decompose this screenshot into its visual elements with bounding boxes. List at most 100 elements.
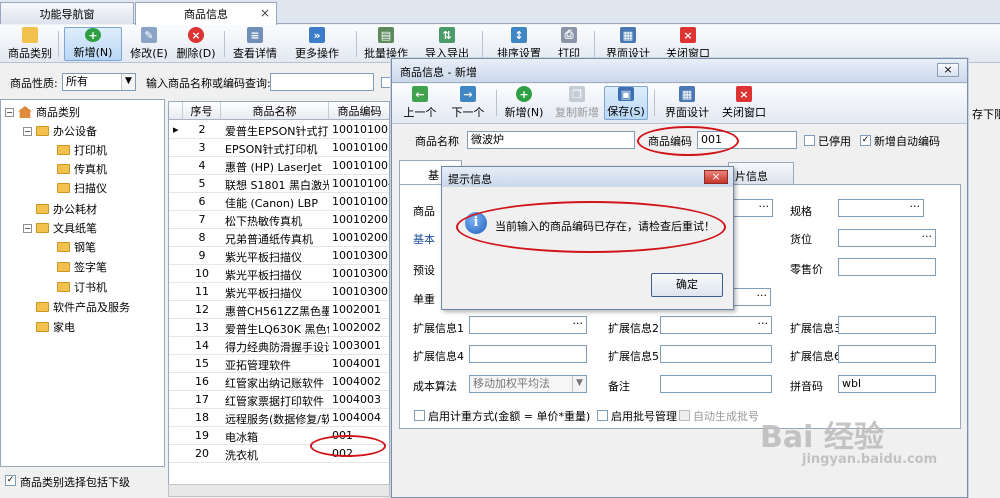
- tree-item[interactable]: 办公耗材: [36, 200, 97, 218]
- ok-button[interactable]: 确定: [651, 273, 723, 297]
- tab-product-info[interactable]: 商品信息 ×: [135, 2, 277, 25]
- ext6-input[interactable]: [838, 345, 936, 363]
- edit-button[interactable]: ✎ 修改(E): [128, 27, 170, 61]
- ext2-input[interactable]: ···: [660, 316, 772, 334]
- dialog-close-window-button[interactable]: × 关闭窗口: [720, 86, 768, 120]
- save-button[interactable]: ▣ 保存(S): [604, 86, 648, 120]
- ext5-input[interactable]: [660, 345, 772, 363]
- add-button[interactable]: + 新增(N): [64, 27, 122, 61]
- tree-item[interactable]: 传真机: [57, 160, 107, 178]
- pinyin-input[interactable]: wbl: [838, 375, 936, 393]
- unit-input[interactable]: ···: [733, 288, 771, 306]
- weight-checkbox[interactable]: [414, 410, 425, 421]
- remark-input[interactable]: [660, 375, 772, 393]
- autocode-checkbox[interactable]: ✓: [860, 135, 871, 146]
- name-input[interactable]: 微波炉: [467, 131, 635, 149]
- table-row[interactable]: 11 紫光平板扫描仪 100103003: [169, 283, 389, 301]
- close-icon[interactable]: ×: [260, 6, 270, 20]
- autobatch-checkbox[interactable]: [679, 410, 690, 421]
- horizontal-scrollbar[interactable]: [168, 484, 390, 497]
- collapse-icon[interactable]: −: [23, 223, 32, 233]
- import-export-button[interactable]: ⇅ 导入导出: [422, 27, 472, 61]
- close-window-button[interactable]: × 关闭窗口: [664, 27, 712, 61]
- table-row[interactable]: 18 远程服务(数据修复/软 1004004: [169, 409, 389, 427]
- table-row[interactable]: 9 紫光平板扫描仪 100103001: [169, 247, 389, 265]
- tree-item[interactable]: 家电: [36, 318, 75, 336]
- column-header[interactable]: 商品名称: [221, 102, 329, 120]
- table-row[interactable]: 17 红管家票据打印软件 1004003: [169, 391, 389, 409]
- location-input[interactable]: ···: [838, 229, 936, 247]
- tree-item[interactable]: − 文具纸笔: [23, 219, 97, 237]
- table-row[interactable]: 7 松下热敏传真机 100102001: [169, 211, 389, 229]
- tree-item[interactable]: 软件产品及服务: [36, 298, 130, 316]
- table-row[interactable]: 3 EPSON针式打印机 100101002: [169, 139, 389, 157]
- table-cell: 松下热敏传真机: [225, 215, 302, 228]
- tree-item[interactable]: 订书机: [57, 278, 107, 296]
- category-button[interactable]: 商品类别: [6, 27, 54, 61]
- copy-add-button[interactable]: ❐ 复制新增: [552, 86, 602, 120]
- ellipsis-icon[interactable]: ···: [757, 289, 768, 303]
- ext1-input[interactable]: ···: [469, 316, 587, 334]
- tree-item[interactable]: 钢笔: [57, 238, 96, 256]
- folder-icon: [57, 262, 70, 272]
- spec-input[interactable]: ···: [838, 199, 924, 217]
- table-row[interactable]: 5 联想 S1801 黑白激光 100101004: [169, 175, 390, 193]
- ellipsis-icon[interactable]: ···: [922, 230, 933, 244]
- column-header[interactable]: 商品编码: [329, 102, 389, 120]
- ext4-input[interactable]: [469, 345, 587, 363]
- dialog-close-button[interactable]: ×: [937, 63, 959, 77]
- search-input[interactable]: [270, 73, 374, 91]
- message-close-button[interactable]: ×: [704, 170, 728, 184]
- prev-button[interactable]: ← 上一个: [400, 86, 440, 120]
- ellipsis-icon[interactable]: ···: [758, 317, 769, 331]
- retail-input[interactable]: [838, 258, 936, 276]
- table-row[interactable]: 8 兄弟普通纸传真机 100102002: [169, 229, 389, 247]
- table-row[interactable]: 12 惠普CH561ZZ黑色墨盒1002001: [169, 301, 389, 319]
- table-cell: 佳能 (Canon) LBP: [225, 197, 318, 210]
- next-button[interactable]: → 下一个: [448, 86, 488, 120]
- ellipsis-icon[interactable]: ···: [759, 200, 770, 214]
- tree-item[interactable]: 扫描仪: [57, 179, 107, 197]
- ext3-input[interactable]: [838, 316, 936, 334]
- table-row[interactable]: ▸ 2 爱普生EPSON针式打印 100101001: [169, 121, 389, 139]
- table-row[interactable]: 13 爱普生LQ630K 黑色色 1002002: [169, 319, 389, 337]
- disabled-checkbox[interactable]: [804, 135, 815, 146]
- view-details-button[interactable]: ≡ 查看详情: [230, 27, 280, 61]
- ellipsis-icon[interactable]: ···: [910, 200, 921, 214]
- tree-item[interactable]: 打印机: [57, 141, 107, 159]
- collapse-icon[interactable]: −: [5, 107, 14, 117]
- table-cell: 8: [198, 231, 206, 244]
- collapse-icon[interactable]: −: [23, 126, 32, 136]
- table-row[interactable]: 15 亚拓管理软件 1004001: [169, 355, 389, 373]
- plus-icon: +: [85, 28, 101, 42]
- table-cell: 100103002: [332, 267, 390, 280]
- type-input[interactable]: ···: [733, 199, 773, 217]
- tree-root[interactable]: − 商品类别: [5, 103, 80, 121]
- folder-icon: [57, 282, 70, 292]
- nature-select[interactable]: 所有 ▼: [62, 73, 136, 91]
- table-row[interactable]: 6 佳能 (Canon) LBP 100101005: [169, 193, 389, 211]
- delete-button[interactable]: × 删除(D): [175, 27, 217, 61]
- ellipsis-icon[interactable]: ···: [573, 317, 584, 331]
- cost-select[interactable]: 移动加权平均法 ▼: [469, 375, 587, 393]
- batch-button[interactable]: ▤ 批量操作: [362, 27, 410, 61]
- sort-settings-button[interactable]: ↕ 排序设置: [494, 27, 544, 61]
- table-row[interactable]: 14 得力经典防滑握手设计 1003001: [169, 337, 389, 355]
- dialog-add-button[interactable]: + 新增(N): [502, 86, 546, 120]
- table-row[interactable]: 4 惠普 (HP) LaserJet 100101003: [169, 157, 389, 175]
- table-row[interactable]: 10 紫光平板扫描仪 100103002: [169, 265, 390, 283]
- include-subcategories-checkbox[interactable]: ✓: [5, 475, 16, 486]
- tab-picture[interactable]: 片信息: [728, 162, 794, 184]
- batch-checkbox[interactable]: [597, 410, 608, 421]
- table-cell: 100101004: [332, 177, 390, 190]
- table-row[interactable]: 16 红管家出纳记账软件 1004002: [169, 373, 389, 391]
- print-button[interactable]: ⎙ 打印: [552, 27, 586, 61]
- dialog-layout-button[interactable]: ▦ 界面设计: [662, 86, 712, 120]
- tree-item[interactable]: 签字笔: [57, 258, 107, 276]
- column-header[interactable]: 序号: [183, 102, 221, 120]
- layout-design-button[interactable]: ▦ 界面设计: [604, 27, 652, 61]
- autocode-label: 新增自动编码: [874, 135, 940, 148]
- tree-item[interactable]: − 办公设备: [23, 122, 97, 140]
- more-actions-button[interactable]: » 更多操作: [290, 27, 344, 61]
- tab-function-nav[interactable]: 功能导航窗: [0, 2, 134, 24]
